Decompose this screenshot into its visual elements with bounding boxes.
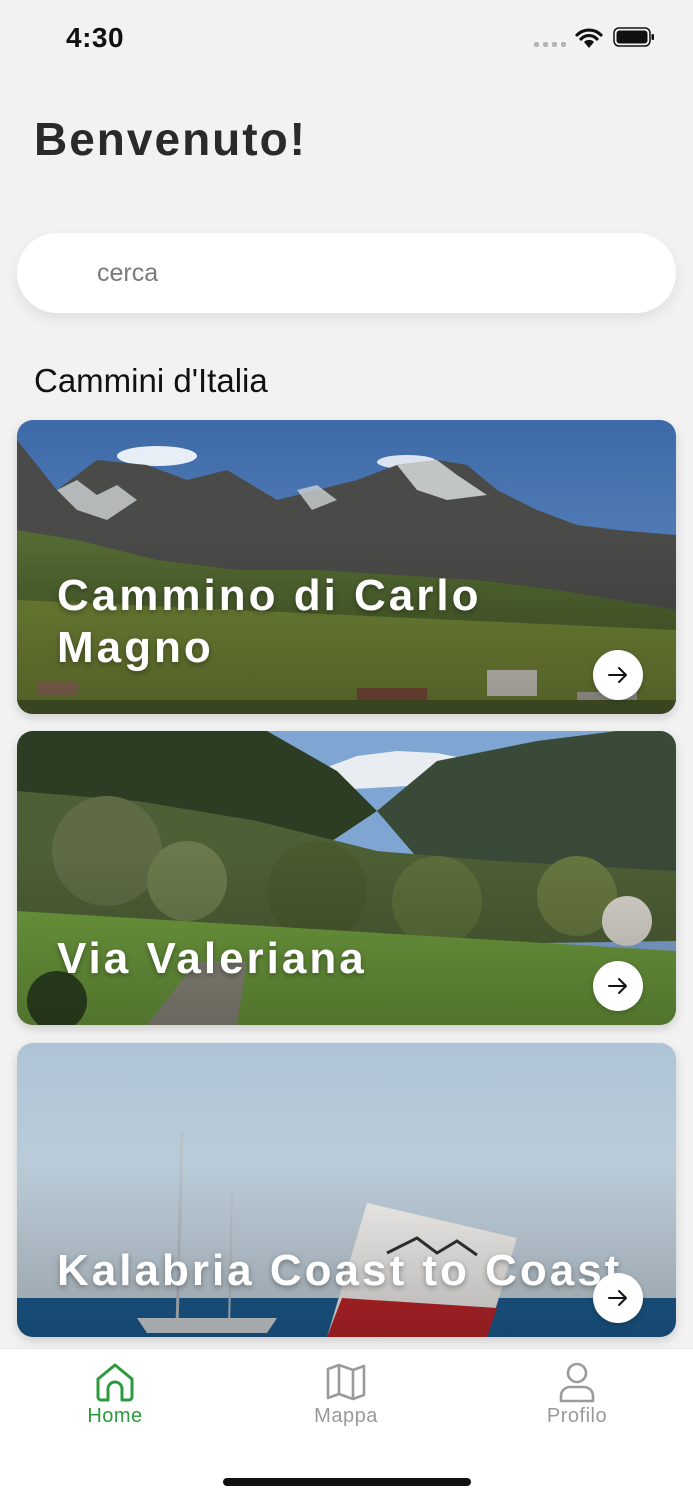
status-time: 4:30 <box>66 22 125 53</box>
trail-card-kalabria[interactable]: Kalabria Coast to Coast <box>17 1043 676 1337</box>
open-trail-button[interactable] <box>593 961 643 1011</box>
tab-profile[interactable]: Profilo <box>507 1361 647 1431</box>
trail-card-via-valeriana[interactable]: Via Valeriana <box>17 731 676 1025</box>
home-indicator[interactable] <box>223 1478 471 1486</box>
profile-icon <box>559 1362 595 1403</box>
card-title: Via Valeriana <box>57 934 367 983</box>
card-title: Kalabria Coast to Coast <box>57 1246 623 1295</box>
open-trail-button[interactable] <box>593 650 643 700</box>
arrow-right-icon <box>608 1290 627 1306</box>
wifi-icon <box>575 28 603 48</box>
trail-card-carlo-magno[interactable]: Cammino di Carlo Magno <box>17 420 676 714</box>
tab-home[interactable]: Home <box>45 1361 185 1431</box>
arrow-right-icon <box>608 978 627 994</box>
card-title: Cammino di Carlo Magno <box>57 571 482 672</box>
tab-map-label: Mappa <box>314 1405 378 1427</box>
arrow-right-icon <box>608 667 627 683</box>
home-icon <box>96 1363 134 1402</box>
cellular-signal-icon <box>534 42 566 47</box>
page-title: Benvenuto! <box>34 113 307 165</box>
section-title: Cammini d'Italia <box>34 362 268 399</box>
map-icon <box>326 1363 366 1401</box>
tab-profile-label: Profilo <box>546 1405 608 1427</box>
battery-icon <box>613 27 654 47</box>
search-bar[interactable] <box>17 233 676 313</box>
open-trail-button[interactable] <box>593 1273 643 1323</box>
tab-home-label: Home <box>87 1405 143 1427</box>
status-bar: 4:30 <box>0 0 693 80</box>
search-input[interactable] <box>17 233 676 313</box>
tab-map[interactable]: Mappa <box>276 1361 416 1431</box>
